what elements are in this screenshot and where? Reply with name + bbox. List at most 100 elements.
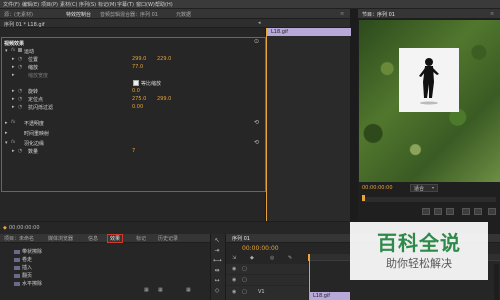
expand-arrow-icon[interactable]: ▸ bbox=[5, 120, 8, 126]
expand-arrow-icon[interactable]: ▾ bbox=[5, 48, 8, 54]
eye-icon[interactable]: ◉ bbox=[232, 289, 236, 295]
expand-arrow-icon[interactable]: ▸ bbox=[12, 104, 15, 110]
settings-icon[interactable]: ✎ bbox=[288, 255, 292, 261]
eye-icon[interactable]: ◉ bbox=[232, 266, 236, 272]
rate-stretch-tool-icon[interactable]: ↔ bbox=[213, 277, 221, 285]
amount-value[interactable]: 7 bbox=[132, 148, 135, 154]
track-select-tool-icon[interactable]: ⇥ bbox=[213, 247, 221, 255]
timeline-clip[interactable]: L18.gif bbox=[310, 292, 350, 300]
menu-file[interactable]: 文件(F) bbox=[3, 1, 20, 8]
chevron-down-icon[interactable]: ▾ bbox=[432, 185, 434, 190]
tab-sequence[interactable]: 序列 01 bbox=[232, 235, 250, 242]
menu-help[interactable]: 帮助(H) bbox=[155, 1, 173, 8]
menu-edit[interactable]: 编辑(E) bbox=[22, 1, 39, 8]
add-marker-icon[interactable]: ◆ bbox=[250, 255, 254, 261]
expand-arrow-icon[interactable]: ▾ bbox=[5, 140, 8, 146]
tab-history[interactable]: 历史记录 bbox=[158, 235, 178, 242]
tab-audio-mixer[interactable]: 音频剪辑混合器：序列 01 bbox=[100, 11, 158, 18]
selection-tool-icon[interactable]: ↖ bbox=[213, 237, 221, 245]
row-scale-width[interactable]: ▸ 缩放宽度 bbox=[2, 71, 265, 79]
row-amount[interactable]: ▸ ◔ 数量 7 bbox=[2, 147, 265, 155]
tab-source[interactable]: 源：(无素材) bbox=[4, 11, 33, 18]
tab-effects[interactable]: 效果 bbox=[106, 234, 124, 243]
reset-icon[interactable]: ⟲ bbox=[254, 139, 259, 146]
eye-icon[interactable]: ◉ bbox=[232, 277, 236, 283]
anchor-x-value[interactable]: 275.0 bbox=[132, 96, 146, 102]
stopwatch-icon[interactable]: ◔ bbox=[18, 64, 22, 70]
row-scale[interactable]: ▸ ◔ 缩放 77.0 bbox=[2, 63, 265, 71]
expand-arrow-icon[interactable]: ▸ bbox=[12, 72, 15, 78]
row-rotation[interactable]: ▸ ◔ 旋转 0.0 bbox=[2, 87, 265, 95]
overwrite-button[interactable] bbox=[474, 208, 482, 215]
tab-project[interactable]: 项目：未命名 bbox=[4, 235, 34, 242]
menu-title[interactable]: 字幕(T) bbox=[117, 1, 134, 8]
position-y-value[interactable]: 229.0 bbox=[157, 56, 171, 62]
effect-item[interactable]: 翻页 bbox=[14, 272, 32, 279]
stopwatch-icon[interactable]: ◔ bbox=[18, 104, 22, 110]
playhead-line[interactable] bbox=[266, 28, 267, 228]
play-button[interactable] bbox=[434, 208, 442, 215]
expand-arrow-icon[interactable]: ▸ bbox=[12, 64, 15, 70]
effect-item[interactable]: 带状擦除 bbox=[14, 248, 42, 255]
clip-bar[interactable]: L18.gif bbox=[266, 28, 351, 36]
lock-icon[interactable]: ▢ bbox=[242, 266, 247, 272]
step-back-button[interactable] bbox=[422, 208, 430, 215]
effect-item[interactable]: 插入 bbox=[14, 264, 32, 271]
effect-controls-timecode[interactable]: 00:00:00:00 bbox=[9, 225, 40, 231]
menu-sequence[interactable]: 序列(S) bbox=[79, 1, 96, 8]
effect-item[interactable]: 卷走 bbox=[14, 256, 32, 263]
stopwatch-icon[interactable]: ◔ bbox=[18, 96, 22, 102]
razor-tool-icon[interactable]: ◇ bbox=[213, 287, 221, 295]
expand-arrow-icon[interactable]: ▸ bbox=[12, 96, 15, 102]
fx-icon[interactable]: fx bbox=[11, 120, 15, 125]
uniform-scale-checkbox[interactable] bbox=[133, 80, 139, 86]
expand-arrow-icon[interactable]: ▸ bbox=[12, 148, 15, 154]
reset-icon[interactable]: ⟲ bbox=[254, 119, 259, 126]
rotation-value[interactable]: 0.0 bbox=[132, 88, 140, 94]
antiflicker-value[interactable]: 0.00 bbox=[132, 104, 143, 110]
position-x-value[interactable]: 299.0 bbox=[132, 56, 146, 62]
stopwatch-icon[interactable]: ◔ bbox=[18, 148, 22, 154]
timeline-scrollbar[interactable] bbox=[494, 264, 499, 300]
menu-marker[interactable]: 标记(M) bbox=[98, 1, 116, 8]
row-motion[interactable]: ▾ fx 运动 bbox=[2, 47, 265, 55]
video-frame[interactable] bbox=[359, 20, 500, 182]
stopwatch-icon[interactable]: ◔ bbox=[18, 88, 22, 94]
row-antiflicker[interactable]: ▸ ◔ 抗闪烁过滤 0.00 bbox=[2, 103, 265, 111]
lock-icon[interactable]: ▢ bbox=[242, 277, 247, 283]
program-playhead[interactable] bbox=[362, 195, 365, 201]
menu-window[interactable]: 窗口(W) bbox=[136, 1, 155, 8]
expand-arrow-icon[interactable]: ▸ bbox=[5, 130, 8, 136]
ripple-edit-tool-icon[interactable]: ⟷ bbox=[213, 257, 222, 265]
effect-item[interactable]: 水平擦除 bbox=[14, 280, 42, 287]
row-time-remap[interactable]: ▸ 时间重映射 bbox=[2, 129, 265, 137]
row-uniform-scale[interactable]: 等比缩放 bbox=[2, 79, 265, 87]
timeline-timecode[interactable]: 00:00:00:00 bbox=[242, 245, 279, 252]
rolling-edit-tool-icon[interactable]: ⇹ bbox=[213, 267, 221, 275]
step-forward-button[interactable] bbox=[446, 208, 454, 215]
export-frame-button[interactable] bbox=[488, 208, 496, 215]
tab-media-browser[interactable]: 媒体浏览器 bbox=[48, 235, 73, 242]
insert-button[interactable] bbox=[462, 208, 470, 215]
program-timecode[interactable]: 00:00:00:00 bbox=[362, 185, 393, 191]
stopwatch-icon[interactable]: ◔ bbox=[18, 56, 22, 62]
anchor-y-value[interactable]: 299.0 bbox=[157, 96, 171, 102]
overlay-image[interactable] bbox=[399, 48, 459, 112]
program-scrubber[interactable] bbox=[362, 195, 496, 202]
panel-menu-icon[interactable]: ≡ bbox=[340, 11, 344, 17]
menu-project[interactable]: 项目(P) bbox=[41, 1, 58, 8]
linked-selection-icon[interactable]: ◎ bbox=[270, 255, 274, 261]
timeline-nav-icon[interactable]: ◂ bbox=[258, 20, 261, 26]
panel-menu-icon[interactable]: ≡ bbox=[490, 11, 494, 17]
row-anchor[interactable]: ▸ ◔ 定位点 275.0 299.0 bbox=[2, 95, 265, 103]
row-feather-edges[interactable]: ▾ fx 羽化边缘 ⟲ bbox=[2, 139, 265, 147]
tab-effect-controls[interactable]: 特效控制台 bbox=[66, 11, 91, 18]
tab-markers[interactable]: 标记 bbox=[136, 235, 146, 242]
panel-reset-icon[interactable]: ⊙ bbox=[254, 38, 259, 45]
row-position[interactable]: ▸ ◔ 位置 299.0 229.0 bbox=[2, 55, 265, 63]
expand-arrow-icon[interactable]: ▸ bbox=[12, 56, 15, 62]
lock-icon[interactable]: ▢ bbox=[242, 289, 247, 295]
expand-arrow-icon[interactable]: ▸ bbox=[12, 88, 15, 94]
fx-icon[interactable]: fx bbox=[11, 140, 15, 145]
snap-icon[interactable]: ⇲ bbox=[232, 255, 236, 261]
